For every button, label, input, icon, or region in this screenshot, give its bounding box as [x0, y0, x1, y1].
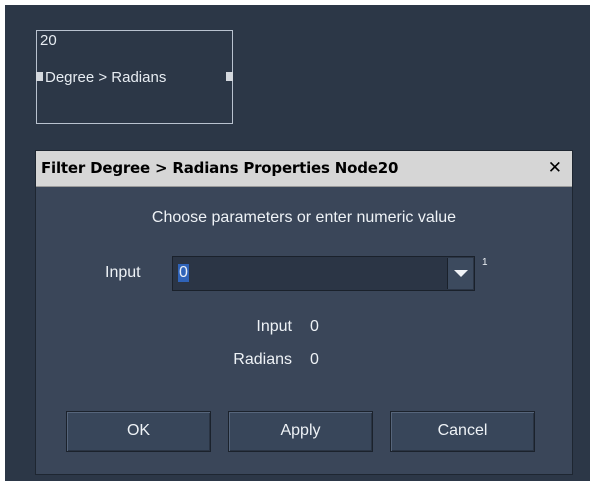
stat-input-value: 0 — [310, 318, 319, 335]
input-value[interactable]: 0 — [178, 264, 189, 282]
stat-radians-value: 0 — [310, 351, 319, 368]
input-index-superscript: 1 — [482, 257, 488, 268]
chevron-down-icon[interactable] — [447, 258, 473, 289]
input-combobox[interactable]: 0 — [172, 256, 475, 291]
dialog-title: Filter Degree > Radians Properties Node2… — [41, 159, 399, 177]
instruction-text: Choose parameters or enter numeric value — [151, 209, 457, 226]
apply-button[interactable]: Apply — [228, 411, 373, 452]
properties-dialog: Filter Degree > Radians Properties Node2… — [35, 150, 573, 475]
stat-input-label: Input — [256, 318, 292, 335]
node-canvas[interactable]: 20 Degree > Radians Filter Degree > Radi… — [5, 5, 590, 481]
node-id: 20 — [40, 32, 57, 49]
input-label: Input — [105, 264, 141, 281]
stat-radians-label: Radians — [233, 351, 292, 368]
ok-button[interactable]: OK — [66, 411, 211, 452]
cancel-button[interactable]: Cancel — [390, 411, 535, 452]
dialog-titlebar[interactable]: Filter Degree > Radians Properties Node2… — [36, 151, 572, 187]
node-label: Degree > Radians — [45, 69, 167, 86]
node-output-pin[interactable] — [226, 72, 233, 81]
node-input-pin[interactable] — [36, 72, 43, 81]
node-degree-to-radians[interactable]: 20 Degree > Radians — [36, 30, 233, 124]
close-icon[interactable]: ✕ — [548, 159, 562, 177]
